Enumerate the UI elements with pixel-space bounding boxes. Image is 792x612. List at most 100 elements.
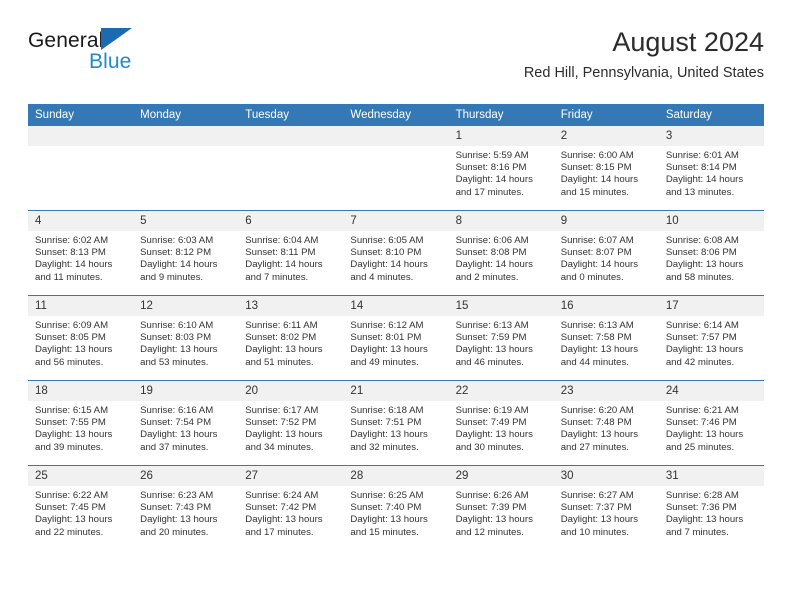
day-sun-info: Sunrise: 6:13 AM Sunset: 7:58 PM Daylight:… (554, 316, 659, 369)
day-box (133, 126, 239, 210)
calendar-day-cell[interactable]: 10 Sunrise: 6:08 AM Sunset: 8:06 PM Dayligh… (658, 210, 764, 296)
day-box: 7 Sunrise: 6:05 AM Sunset: 8:10 PM Daylight… (343, 211, 449, 295)
calendar-day-cell[interactable]: 8 Sunrise: 6:06 AM Sunset: 8:08 PM Daylight… (448, 210, 554, 296)
weekday-header-thursday: Thursday (448, 104, 554, 126)
brand-blue-text: Blue (89, 50, 132, 73)
day-info-line: Daylight: 14 hours (665, 174, 744, 186)
day-box (28, 126, 134, 210)
day-info-line: Daylight: 13 hours (455, 514, 533, 526)
day-info-line: and 46 minutes. (455, 356, 524, 368)
brand-name-primary: General (28, 28, 288, 52)
calendar-day-cell-empty (133, 126, 239, 211)
day-info-line: Daylight: 13 hours (35, 514, 113, 526)
day-number: 4 (28, 211, 134, 231)
day-number: 15 (448, 296, 554, 316)
day-info-line: Daylight: 13 hours (245, 429, 323, 441)
day-info-line: Daylight: 13 hours (560, 514, 639, 526)
calendar-day-cell[interactable]: 16 Sunrise: 6:13 AM Sunset: 7:58 PM Dayligh… (553, 295, 659, 381)
day-info-line: and 51 minutes. (245, 356, 314, 368)
day-info-line: Sunset: 8:08 PM (455, 247, 527, 259)
calendar-day-cell[interactable]: 24 Sunrise: 6:21 AM Sunset: 7:46 PM Dayligh… (658, 380, 764, 466)
day-box: 16 Sunrise: 6:13 AM Sunset: 7:58 PM Dayligh… (553, 296, 659, 380)
day-number: 30 (553, 466, 659, 486)
day-number: 9 (553, 211, 659, 231)
day-box: 26 Sunrise: 6:23 AM Sunset: 7:43 PM Dayligh… (133, 466, 239, 550)
day-sun-info (238, 146, 343, 150)
calendar-day-cell[interactable]: 15 Sunrise: 6:13 AM Sunset: 7:59 PM Dayligh… (448, 295, 554, 381)
day-info-line: Daylight: 13 hours (140, 429, 218, 441)
calendar-day-cell[interactable]: 27 Sunrise: 6:24 AM Sunset: 7:42 PM Dayligh… (238, 465, 344, 550)
calendar-day-cell[interactable]: 31 Sunrise: 6:28 AM Sunset: 7:36 PM Dayligh… (658, 465, 764, 550)
calendar-day-cell[interactable]: 21 Sunrise: 6:18 AM Sunset: 7:51 PM Dayligh… (343, 380, 449, 466)
calendar-day-cell[interactable]: 17 Sunrise: 6:14 AM Sunset: 7:57 PM Dayligh… (658, 295, 764, 381)
day-number (28, 126, 134, 146)
day-info-line: Sunrise: 6:09 AM (35, 320, 109, 331)
day-info-line: Daylight: 13 hours (35, 344, 113, 356)
day-info-line: Sunset: 7:57 PM (665, 332, 737, 344)
day-number: 5 (133, 211, 239, 231)
calendar-week-row: 11 Sunrise: 6:09 AM Sunset: 8:05 PM Dayligh… (28, 295, 764, 381)
day-info-line: Sunrise: 6:25 AM (350, 490, 424, 501)
day-sun-info: Sunrise: 6:00 AM Sunset: 8:15 PM Daylight:… (554, 146, 659, 199)
day-box: 21 Sunrise: 6:18 AM Sunset: 7:51 PM Dayligh… (343, 381, 449, 465)
calendar-day-cell[interactable]: 25 Sunrise: 6:22 AM Sunset: 7:45 PM Dayligh… (28, 465, 134, 550)
calendar-day-cell[interactable]: 28 Sunrise: 6:25 AM Sunset: 7:40 PM Dayligh… (343, 465, 449, 550)
calendar-day-cell[interactable]: 5 Sunrise: 6:03 AM Sunset: 8:12 PM Daylight… (133, 210, 239, 296)
day-info-line: Sunset: 7:42 PM (245, 502, 317, 514)
day-info-line: Sunrise: 6:18 AM (350, 405, 424, 416)
day-number (133, 126, 239, 146)
day-box: 3 Sunrise: 6:01 AM Sunset: 8:14 PM Daylight… (658, 126, 764, 210)
day-sun-info: Sunrise: 6:02 AM Sunset: 8:13 PM Daylight:… (28, 231, 133, 284)
day-sun-info: Sunrise: 6:07 AM Sunset: 8:07 PM Daylight:… (554, 231, 659, 284)
day-info-line: and 0 minutes. (560, 271, 624, 283)
day-box: 29 Sunrise: 6:26 AM Sunset: 7:39 PM Dayligh… (448, 466, 554, 550)
weekday-header-friday: Friday (553, 104, 659, 126)
day-info-line: Sunrise: 6:06 AM (455, 235, 529, 246)
day-info-line: Sunset: 7:59 PM (455, 332, 527, 344)
day-number: 10 (658, 211, 764, 231)
calendar-day-cell[interactable]: 7 Sunrise: 6:05 AM Sunset: 8:10 PM Daylight… (343, 210, 449, 296)
day-info-line: Sunset: 7:43 PM (140, 502, 212, 514)
day-info-line: and 10 minutes. (560, 526, 629, 538)
day-info-line: Sunrise: 6:15 AM (35, 405, 109, 416)
calendar-day-cell[interactable]: 3 Sunrise: 6:01 AM Sunset: 8:14 PM Daylight… (658, 126, 764, 211)
calendar-day-cell[interactable]: 22 Sunrise: 6:19 AM Sunset: 7:49 PM Dayligh… (448, 380, 554, 466)
calendar-day-cell[interactable]: 30 Sunrise: 6:27 AM Sunset: 7:37 PM Dayligh… (553, 465, 659, 550)
calendar-day-cell[interactable]: 2 Sunrise: 6:00 AM Sunset: 8:15 PM Daylight… (553, 126, 659, 211)
day-box: 13 Sunrise: 6:11 AM Sunset: 8:02 PM Dayligh… (238, 296, 344, 380)
day-info-line: Daylight: 13 hours (350, 514, 428, 526)
calendar-day-cell-empty (343, 126, 449, 211)
calendar-day-cell[interactable]: 12 Sunrise: 6:10 AM Sunset: 8:03 PM Dayligh… (133, 295, 239, 381)
generalblue-logo[interactable]: General Blue (28, 28, 288, 88)
day-info-line: Daylight: 14 hours (455, 174, 533, 186)
day-info-line: Sunset: 8:02 PM (245, 332, 317, 344)
calendar-day-cell[interactable]: 1 Sunrise: 5:59 AM Sunset: 8:16 PM Daylight… (448, 126, 554, 211)
day-info-line: and 9 minutes. (140, 271, 204, 283)
day-number: 24 (658, 381, 764, 401)
day-info-line: Sunset: 8:03 PM (140, 332, 212, 344)
calendar-day-cell[interactable]: 19 Sunrise: 6:16 AM Sunset: 7:54 PM Dayligh… (133, 380, 239, 466)
calendar-day-cell[interactable]: 14 Sunrise: 6:12 AM Sunset: 8:01 PM Dayligh… (343, 295, 449, 381)
day-info-line: and 12 minutes. (455, 526, 524, 538)
calendar-day-cell[interactable]: 13 Sunrise: 6:11 AM Sunset: 8:02 PM Dayligh… (238, 295, 344, 381)
day-sun-info: Sunrise: 6:09 AM Sunset: 8:05 PM Daylight:… (28, 316, 133, 369)
day-info-line: Sunset: 7:45 PM (35, 502, 106, 514)
day-info-line: and 39 minutes. (35, 441, 104, 453)
day-info-line: Daylight: 13 hours (560, 344, 639, 356)
calendar-day-cell[interactable]: 23 Sunrise: 6:20 AM Sunset: 7:48 PM Dayligh… (553, 380, 659, 466)
calendar-day-cell[interactable]: 20 Sunrise: 6:17 AM Sunset: 7:52 PM Dayligh… (238, 380, 344, 466)
day-info-line: Daylight: 14 hours (140, 259, 218, 271)
calendar-day-cell[interactable]: 29 Sunrise: 6:26 AM Sunset: 7:39 PM Dayligh… (448, 465, 554, 550)
day-number: 13 (238, 296, 344, 316)
calendar-day-cell[interactable]: 4 Sunrise: 6:02 AM Sunset: 8:13 PM Daylight… (28, 210, 134, 296)
calendar-day-cell[interactable]: 6 Sunrise: 6:04 AM Sunset: 8:11 PM Daylight… (238, 210, 344, 296)
calendar-day-cell[interactable]: 9 Sunrise: 6:07 AM Sunset: 8:07 PM Daylight… (553, 210, 659, 296)
day-info-line: Daylight: 14 hours (455, 259, 533, 271)
day-sun-info: Sunrise: 6:15 AM Sunset: 7:55 PM Daylight:… (28, 401, 133, 454)
calendar-day-cell[interactable]: 18 Sunrise: 6:15 AM Sunset: 7:55 PM Dayligh… (28, 380, 134, 466)
calendar-header-row: Sunday Monday Tuesday Wednesday Thursday… (28, 104, 764, 126)
calendar-day-cell[interactable]: 26 Sunrise: 6:23 AM Sunset: 7:43 PM Dayligh… (133, 465, 239, 550)
day-info-line: Sunrise: 5:59 AM (455, 150, 529, 161)
calendar-day-cell[interactable]: 11 Sunrise: 6:09 AM Sunset: 8:05 PM Dayligh… (28, 295, 134, 381)
day-info-line: Sunset: 7:40 PM (350, 502, 422, 514)
